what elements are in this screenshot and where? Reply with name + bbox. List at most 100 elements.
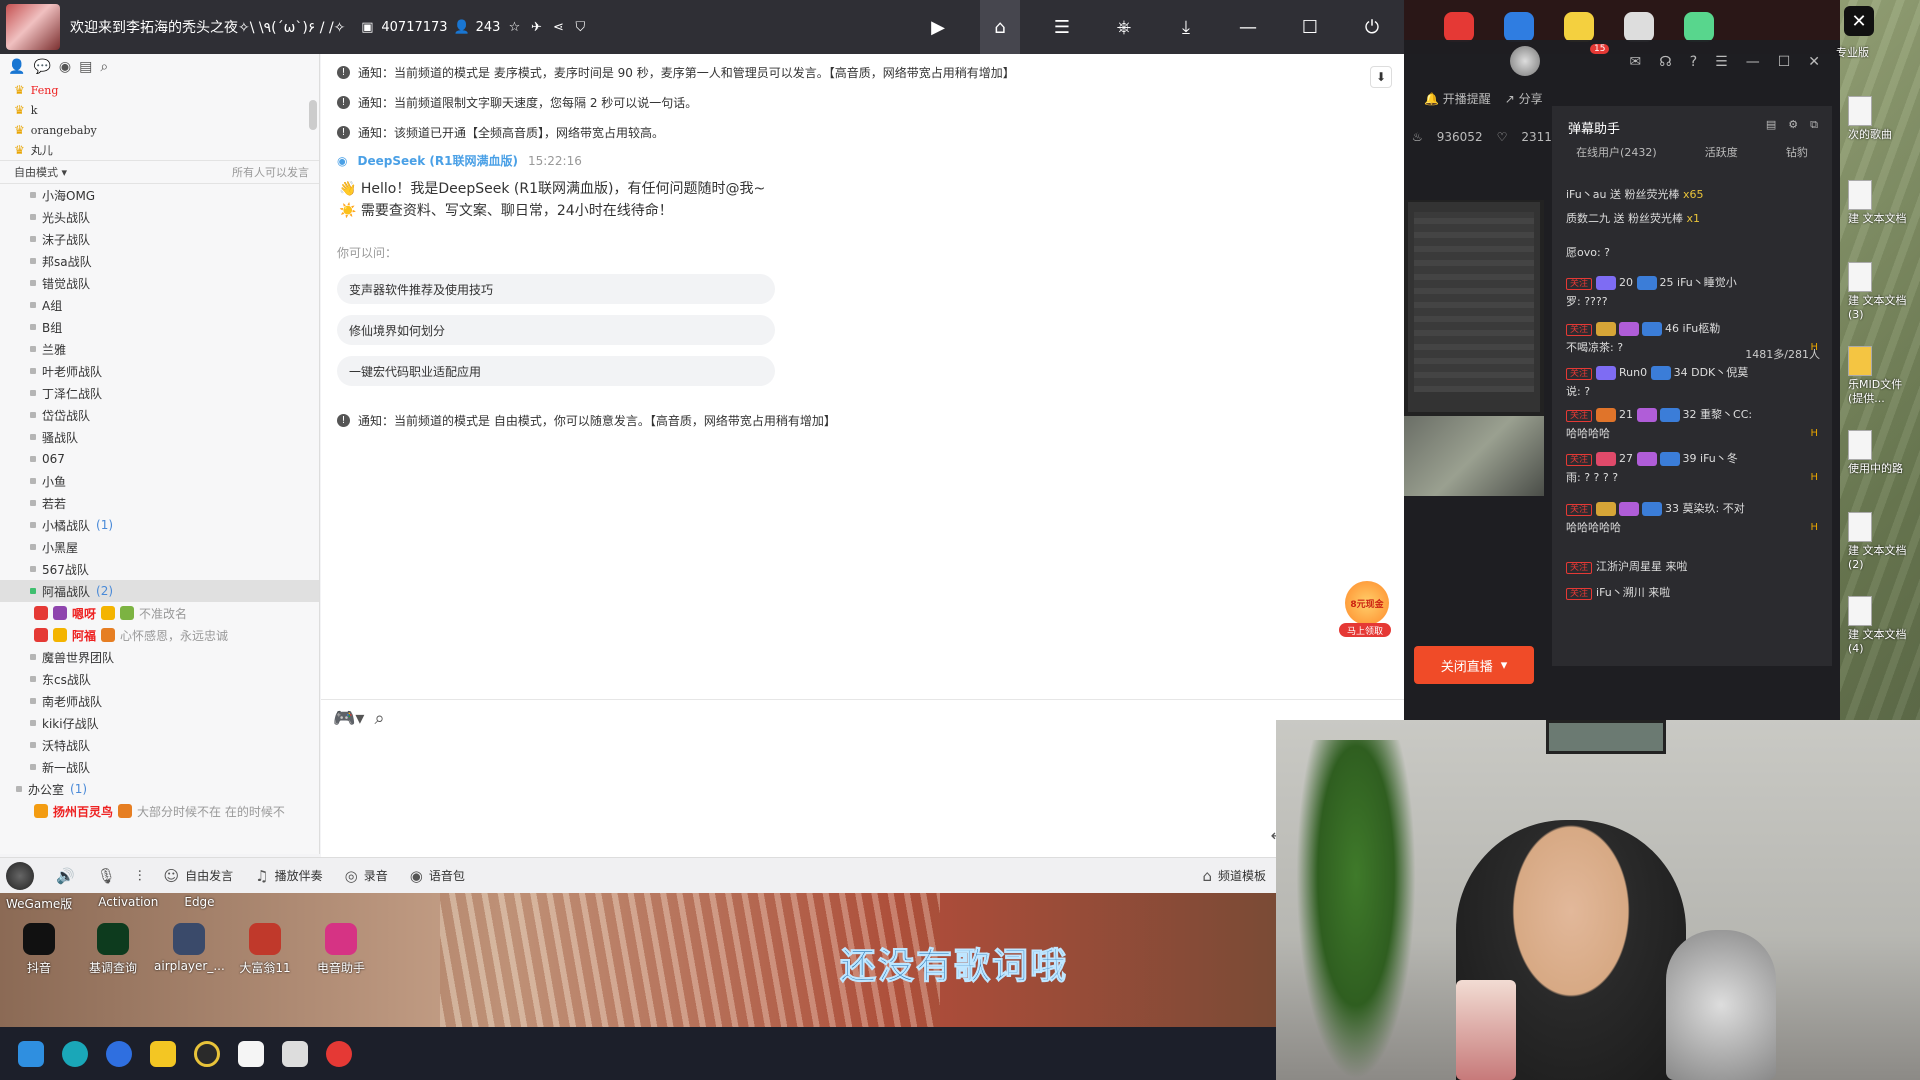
- mode-select[interactable]: 自由模式 ▾: [14, 164, 67, 180]
- minimize-icon[interactable]: —: [1228, 0, 1268, 54]
- maximize-icon[interactable]: ☐: [1778, 54, 1791, 70]
- channel-item[interactable]: 若若: [0, 492, 319, 514]
- follow-button[interactable]: 关注: [1566, 324, 1593, 336]
- desktop-file[interactable]: 建 文本文档 (2): [1848, 512, 1918, 572]
- list-item[interactable]: ♛ orangebaby: [14, 120, 319, 140]
- desktop-file[interactable]: 次的歌曲: [1848, 96, 1918, 142]
- desktop-file[interactable]: 使用中的路: [1848, 430, 1918, 476]
- suggestion-chip[interactable]: 修仙境界如何划分: [337, 315, 775, 345]
- channel-item-selected[interactable]: 阿福战队 (2): [0, 580, 319, 602]
- mode-bar[interactable]: 自由模式 ▾ 所有人可以发言: [0, 160, 319, 184]
- desktop-file[interactable]: 建 文本文档: [1848, 180, 1918, 226]
- stream-preview[interactable]: [1404, 200, 1544, 496]
- search-icon[interactable]: ⌕: [100, 59, 108, 75]
- pen-icon[interactable]: [282, 1040, 308, 1067]
- channel-item[interactable]: 067: [0, 448, 319, 470]
- desktop-shortcut[interactable]: airplayer_...: [154, 923, 225, 973]
- suggestion-chip[interactable]: 一键宏代码职业适配应用: [337, 356, 775, 386]
- popout-icon[interactable]: ⧉: [1810, 118, 1818, 132]
- message-icon[interactable]: ✉: [1630, 54, 1642, 70]
- mic-icon[interactable]: 🎙: [97, 867, 116, 885]
- voice-pack-button[interactable]: ◉ 语音包: [410, 867, 465, 885]
- channel-item[interactable]: 新一战队: [0, 756, 319, 778]
- scroll-down-icon[interactable]: ⬇: [1370, 66, 1392, 88]
- channel-item[interactable]: 光头战队: [0, 206, 319, 228]
- channel-user[interactable]: 扬州百灵鸟 大部分时候不在 在的时候不: [0, 800, 319, 822]
- edge-icon[interactable]: [62, 1040, 88, 1067]
- channel-item[interactable]: 骚战队: [0, 426, 319, 448]
- channel-item[interactable]: 错觉战队: [0, 272, 319, 294]
- power-icon[interactable]: ⏻: [1352, 0, 1392, 54]
- scrollbar[interactable]: [309, 100, 317, 130]
- channel-item[interactable]: 兰雅: [0, 338, 319, 360]
- doc-icon[interactable]: ▤: [1766, 118, 1776, 132]
- star-icon[interactable]: ☆: [506, 19, 522, 35]
- channel-item[interactable]: B组: [0, 316, 319, 338]
- message-input[interactable]: 🎮▾ ⌕ ↵: [321, 699, 1404, 857]
- follow-button[interactable]: 关注: [1566, 588, 1593, 600]
- desktop-label[interactable]: Activation: [98, 895, 158, 912]
- maximize-icon[interactable]: ☐: [1290, 0, 1330, 54]
- self-avatar[interactable]: [6, 861, 34, 890]
- tab-online-users[interactable]: 在线用户(2432): [1576, 144, 1657, 160]
- game-client-icon[interactable]: [238, 1040, 264, 1067]
- channel-item[interactable]: 小黑屋: [0, 536, 319, 558]
- game-icon[interactable]: [1564, 12, 1594, 42]
- windows-start-icon[interactable]: [18, 1040, 44, 1067]
- record-button[interactable]: ◎ 录音: [345, 867, 388, 885]
- desktop-shortcut[interactable]: 抖音: [4, 923, 74, 976]
- wechat-icon[interactable]: [1684, 12, 1714, 42]
- video-icon[interactable]: ▶: [918, 0, 958, 54]
- channel-item[interactable]: 小橘战队 (1): [0, 514, 319, 536]
- desktop-label[interactable]: Edge: [184, 895, 214, 912]
- desktop-file[interactable]: 建 文本文档 (3): [1848, 262, 1918, 322]
- share-icon[interactable]: ⋖: [550, 19, 566, 35]
- emoji-game-icon[interactable]: 🎮▾: [333, 708, 364, 729]
- remind-button[interactable]: 🔔 开播提醒: [1424, 90, 1491, 107]
- channel-item[interactable]: 东cs战队: [0, 668, 319, 690]
- desktop-shortcut[interactable]: 基调查询: [78, 923, 148, 976]
- follow-button[interactable]: 关注: [1566, 562, 1593, 574]
- gamepad-icon[interactable]: ⎈: [1104, 0, 1144, 54]
- free-speak-button[interactable]: ☺ 自由发言: [164, 867, 234, 885]
- template-button[interactable]: ⌂ 频道模板: [1202, 867, 1266, 885]
- share-button[interactable]: ↗ 分享: [1505, 90, 1543, 107]
- channel-item[interactable]: 小鱼: [0, 470, 319, 492]
- channel-item[interactable]: kiki仔战队: [0, 712, 319, 734]
- close-icon[interactable]: ✕: [1808, 54, 1820, 70]
- netease-icon[interactable]: [326, 1040, 352, 1067]
- pen-icon[interactable]: [1624, 12, 1654, 42]
- netease-icon[interactable]: [1444, 12, 1474, 42]
- follow-button[interactable]: 关注: [1566, 368, 1593, 380]
- ai-search-icon[interactable]: ⌕: [374, 708, 384, 729]
- settings-icon[interactable]: ⚙: [1788, 118, 1798, 132]
- streamer-avatar[interactable]: [1510, 46, 1540, 76]
- headset-icon[interactable]: ☊: [1659, 54, 1671, 70]
- home-icon[interactable]: ⌂: [980, 0, 1020, 54]
- channel-item[interactable]: 魔兽世界团队: [0, 646, 319, 668]
- channel-item[interactable]: 沃特战队: [0, 734, 319, 756]
- desktop-file[interactable]: 乐MID文件 (提供...: [1848, 346, 1918, 406]
- list-icon[interactable]: ☰: [1042, 0, 1082, 54]
- list-item[interactable]: ♛ Feng: [14, 80, 319, 100]
- desktop-file[interactable]: 建 文本文档 (4): [1848, 596, 1918, 656]
- download-icon[interactable]: ⤓: [1166, 0, 1206, 54]
- channel-user[interactable]: 嗯呀 不准改名: [0, 602, 319, 624]
- speaker-icon[interactable]: 🔊: [56, 867, 75, 885]
- channel-item[interactable]: 沫子战队: [0, 228, 319, 250]
- kugou-icon[interactable]: [1504, 12, 1534, 42]
- channel-item[interactable]: 567战队: [0, 558, 319, 580]
- channel-item-office[interactable]: 办公室 (1): [0, 778, 319, 800]
- channel-item[interactable]: A组: [0, 294, 319, 316]
- minimize-icon[interactable]: —: [1746, 54, 1760, 70]
- follow-button[interactable]: 关注: [1566, 454, 1593, 466]
- follow-button[interactable]: 关注: [1566, 410, 1593, 422]
- list-item[interactable]: ♛ k: [14, 100, 319, 120]
- close-live-button[interactable]: 关闭直播 ▾: [1414, 646, 1534, 684]
- channel-item[interactable]: 岱岱战队: [0, 404, 319, 426]
- yy-icon[interactable]: [150, 1040, 176, 1067]
- obs-icon[interactable]: [194, 1040, 220, 1067]
- channel-item[interactable]: 丁泽仁战队: [0, 382, 319, 404]
- shield-icon[interactable]: ⛉: [572, 19, 588, 35]
- channel-item[interactable]: 叶老师战队: [0, 360, 319, 382]
